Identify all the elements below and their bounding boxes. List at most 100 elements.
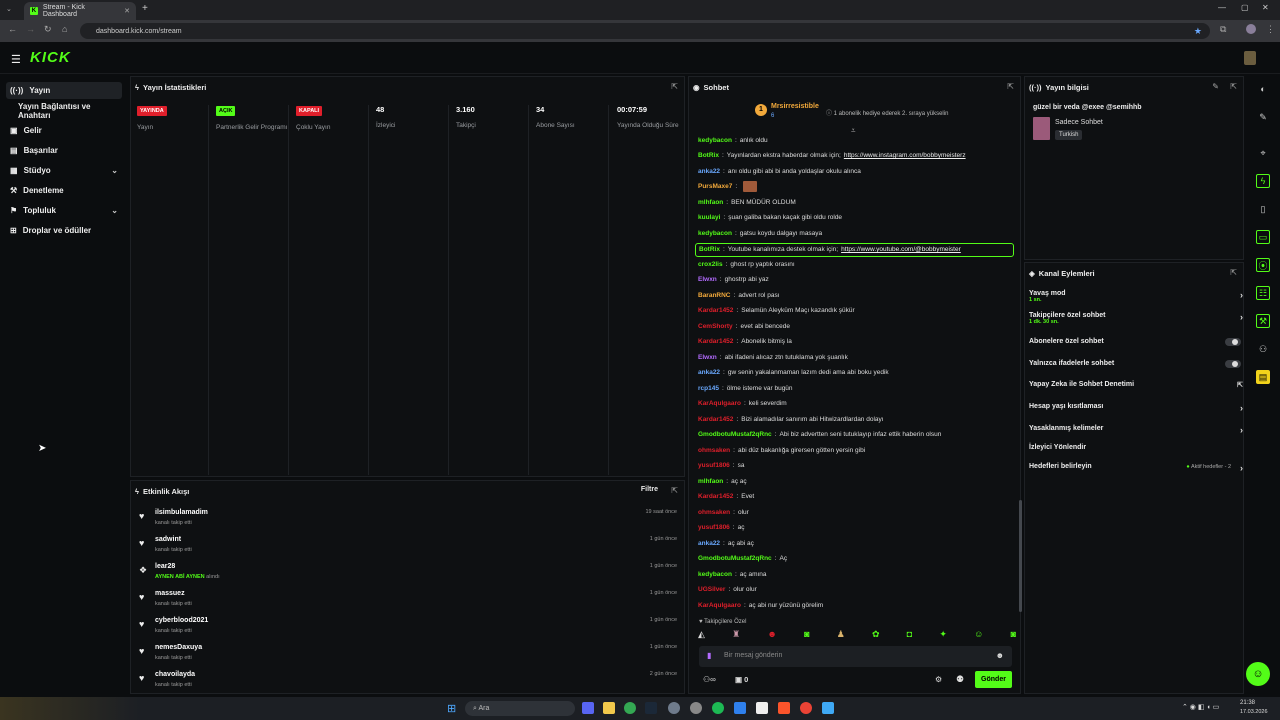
emote-icon[interactable]: ♜	[732, 629, 740, 643]
sidebar-item-gelir[interactable]: ▣ Gelir	[6, 122, 122, 139]
close-window-icon[interactable]: ✕	[1262, 3, 1269, 12]
chat-settings-icon[interactable]: ⚙	[935, 675, 942, 684]
chat-username[interactable]: CemShorty	[698, 323, 733, 330]
event-user[interactable]: cyberblood2021	[155, 617, 208, 624]
wrench-icon[interactable]: ⚒	[1256, 314, 1270, 328]
chat-input[interactable]: ▮ Bir mesaj gönderin ☻	[699, 646, 1012, 667]
hamburger-menu-icon[interactable]: ☰	[11, 53, 21, 66]
bot-icon[interactable]: ⚉	[956, 674, 964, 685]
sidebar-item-studyo[interactable]: ▦ Stüdyo ⌄	[6, 162, 122, 179]
minimize-icon[interactable]: —	[1218, 3, 1226, 12]
ai-moderation-action[interactable]: Yapay Zeka ile Sohbet Denetimi ⇱	[1029, 381, 1243, 391]
chat-username[interactable]: GmodbotuMustaf2qRnc	[698, 431, 772, 438]
chat-link[interactable]: https://www.youtube.com/@bobbymeister	[841, 246, 961, 253]
epic-icon[interactable]	[756, 702, 768, 714]
windows-start-icon[interactable]: ⊞	[447, 702, 456, 715]
chat-username[interactable]: anka22	[698, 540, 720, 547]
chat-username[interactable]: anka22	[698, 369, 720, 376]
browser-tab[interactable]: K Stream - Kick Dashboard ✕	[24, 2, 136, 20]
sidebar-item-basarilar[interactable]: ▤ Başarılar	[6, 142, 122, 159]
sidebar-item-stream-key[interactable]: Yayın Bağlantısı ve Anahtarı	[6, 102, 122, 120]
popout-icon[interactable]: ⇱	[1007, 82, 1014, 91]
emote-icon[interactable]: ◘	[907, 629, 912, 643]
layout-icon[interactable]: ☷	[1256, 286, 1270, 300]
chat-username[interactable]: Elwxn	[698, 354, 717, 361]
widgets-area[interactable]	[0, 697, 140, 720]
chat-username[interactable]: kedybacon	[698, 571, 732, 578]
chat-username[interactable]: kedybacon	[698, 230, 732, 237]
chat-username[interactable]: BotRix	[699, 246, 720, 253]
chat-username[interactable]: kedybacon	[698, 137, 732, 144]
chat-username[interactable]: yusuf1806	[698, 462, 730, 469]
points-counter[interactable]: ▣ 0	[735, 675, 748, 684]
close-tab-icon[interactable]: ✕	[124, 7, 130, 15]
chat-username[interactable]: KarAqulgaaro	[698, 400, 741, 407]
document-icon[interactable]: ▯	[1256, 202, 1270, 216]
extensions-icon[interactable]: ⧉	[1220, 24, 1226, 35]
file-explorer-icon[interactable]	[603, 702, 615, 714]
followers-only-action[interactable]: Takipçilere özel sohbet 1 dk. 30 sn. ›	[1029, 312, 1243, 330]
event-user[interactable]: ilsimbulamadim	[155, 509, 208, 516]
emote-icon[interactable]: ☻	[767, 629, 776, 643]
chat-username[interactable]: crox2lis	[698, 261, 723, 268]
category-name[interactable]: Sadece Sohbet	[1055, 119, 1103, 126]
host-viewers-action[interactable]: İzleyici Yönlendir	[1029, 444, 1243, 454]
chat-username[interactable]: ohmsaken	[698, 509, 730, 516]
event-user[interactable]: sadwint	[155, 536, 181, 543]
emote-icon[interactable]: ✿	[872, 629, 880, 643]
spotify-icon[interactable]	[712, 702, 724, 714]
filter-button[interactable]: Filtre	[641, 486, 658, 493]
tray-icons[interactable]: ⌃ ◉ ◧ ◖ ▭	[1182, 703, 1219, 711]
event-user[interactable]: lear28	[155, 563, 175, 570]
emote-icon[interactable]: ✦	[939, 629, 947, 643]
chat-username[interactable]: Kardar1452	[698, 416, 733, 423]
broadcast-icon[interactable]: ⦿	[1256, 258, 1270, 272]
chat-scrollbar[interactable]	[1019, 500, 1022, 612]
chat-username[interactable]: KarAqulgaaro	[698, 602, 741, 609]
chat-link[interactable]: https://www.instagram.com/bobbymeisterz	[844, 152, 966, 159]
chat-username[interactable]: ohmsaken	[698, 447, 730, 454]
reload-icon[interactable]: ↻	[44, 24, 52, 35]
crosshair-icon[interactable]: ⌖	[1256, 146, 1270, 160]
subscribers-only-toggle[interactable]	[1225, 338, 1241, 346]
browser-menu-icon[interactable]: ⋮	[1266, 24, 1275, 35]
sidebar-item-denetleme[interactable]: ⚒ Denetleme	[6, 182, 122, 199]
bookmark-star-icon[interactable]: ★	[1194, 26, 1202, 37]
kick-logo[interactable]: KICK	[30, 49, 71, 66]
taskbar-search[interactable]: ⌕ Ara	[465, 701, 575, 716]
event-user[interactable]: nemesDaxuya	[155, 644, 202, 651]
slow-mode-action[interactable]: Yavaş mod 1 sn. ›	[1029, 290, 1243, 308]
new-tab-icon[interactable]: +	[142, 3, 148, 14]
chat-username[interactable]: anka22	[698, 168, 720, 175]
url-field[interactable]: dashboard.kick.com/stream ★	[80, 23, 1210, 39]
chat-username[interactable]: Elwxn	[698, 276, 717, 283]
pencil-icon[interactable]: ✎	[1256, 110, 1270, 124]
emote-icon[interactable]: ♟	[837, 629, 845, 643]
chat-username[interactable]: mlhfaon	[698, 478, 723, 485]
emote-icon[interactable]: ☺	[974, 629, 983, 643]
chat-username[interactable]: mlhfaon	[698, 199, 723, 206]
sidebar-item-topluluk[interactable]: ⚑ Topluluk ⌄	[6, 202, 122, 219]
chat-username[interactable]: yusuf1806	[698, 524, 730, 531]
obs-icon[interactable]	[690, 702, 702, 714]
gift-counter[interactable]: ⚇∞	[703, 675, 716, 684]
set-goals-action[interactable]: Hedefleri belirleyin ● Aktif hedefler - …	[1029, 463, 1243, 473]
sidebar-item-droplar[interactable]: ⊞ Droplar ve ödüller	[6, 222, 122, 239]
forward-icon[interactable]: →	[26, 24, 35, 34]
chat-username[interactable]: PursMaxe7	[698, 183, 732, 190]
microphone-icon[interactable]: ▮	[707, 651, 711, 660]
popout-icon[interactable]: ⇱	[671, 486, 678, 495]
emote-only-toggle[interactable]	[1225, 360, 1241, 368]
help-chat-icon[interactable]: ☺	[1246, 662, 1270, 686]
vscode-icon[interactable]	[734, 702, 746, 714]
app-icon[interactable]	[668, 702, 680, 714]
pinned-gifter-name[interactable]: Mrsirresistible	[771, 103, 819, 110]
brave-icon[interactable]	[778, 702, 790, 714]
event-user[interactable]: chavoilayda	[155, 671, 195, 678]
emoji-icon[interactable]: ☻	[996, 651, 1004, 660]
back-icon[interactable]: ←	[8, 24, 17, 34]
chat-username[interactable]: Kardar1452	[698, 307, 733, 314]
chat-username[interactable]: Kardar1452	[698, 493, 733, 500]
home-icon[interactable]: ⌂	[62, 24, 67, 34]
sidebar-item-yayin[interactable]: ((·)) Yayın	[6, 82, 122, 99]
